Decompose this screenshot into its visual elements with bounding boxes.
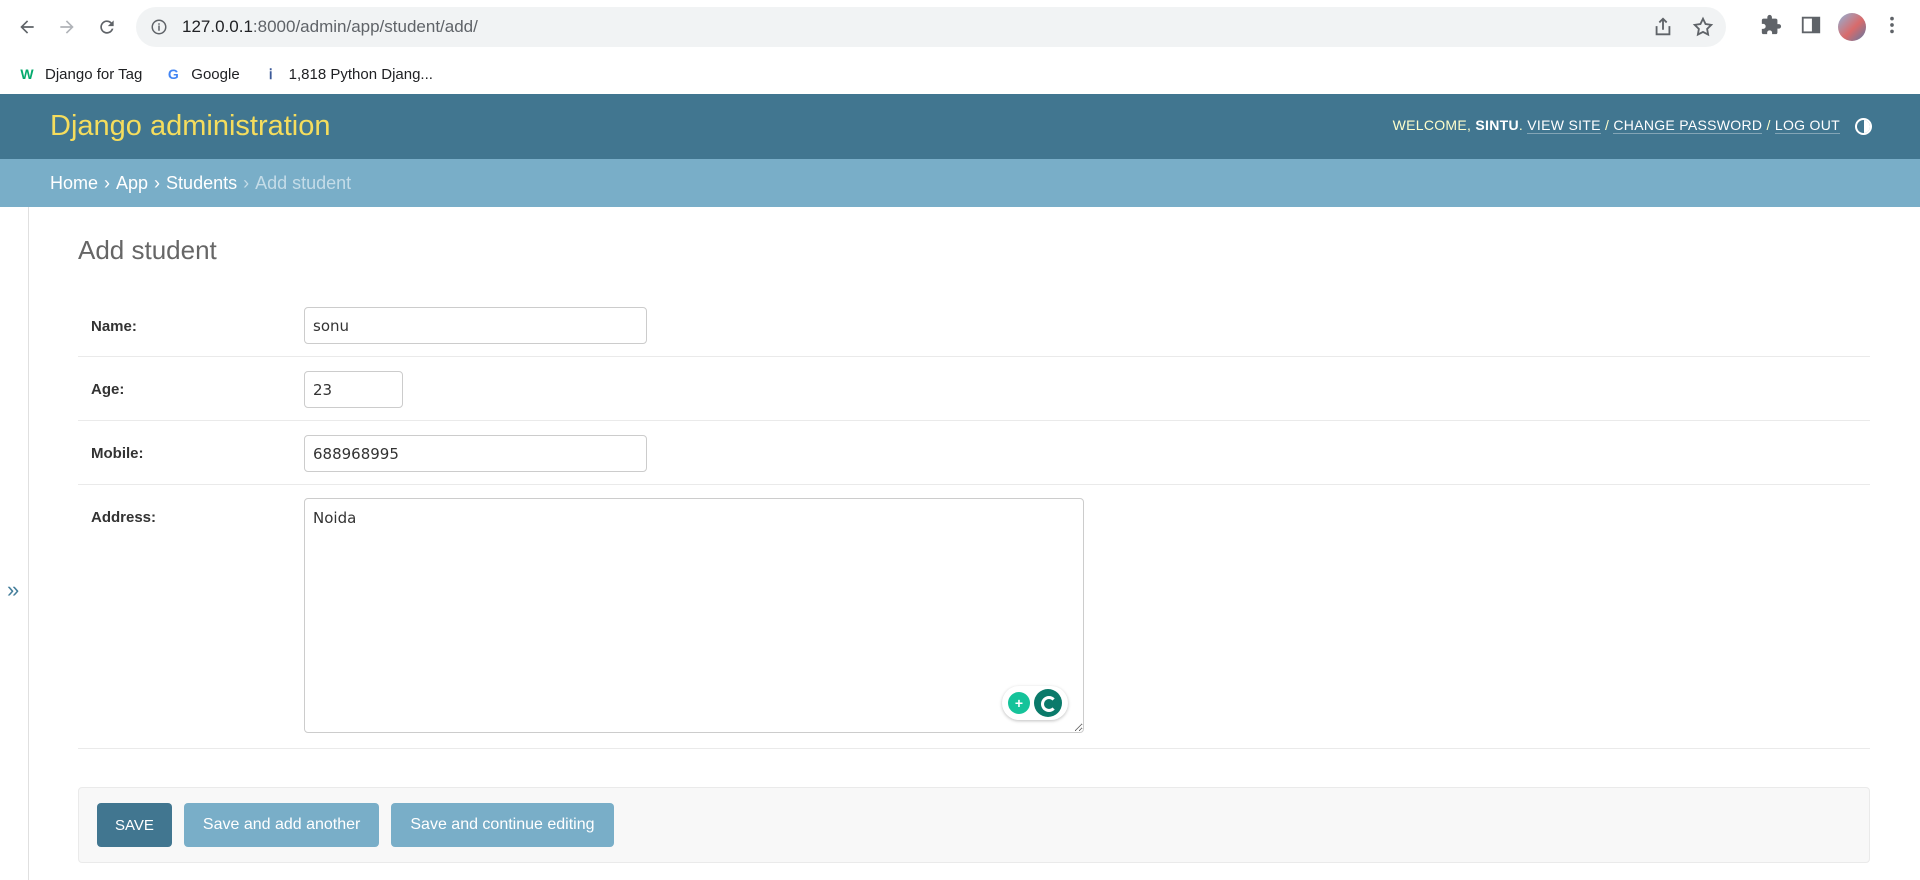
breadcrumb-separator: › <box>104 172 111 193</box>
bookmarks-bar: W Django for Tag G Google ⅰ 1,818 Python… <box>0 54 1920 94</box>
browser-toolbar: 127.0.0.1:8000/admin/app/student/add/ <box>0 0 1920 54</box>
url-host: 127.0.0.1 <box>182 17 253 36</box>
menu-button[interactable] <box>1881 14 1903 36</box>
age-label: Age: <box>91 381 125 398</box>
breadcrumb-home[interactable]: Home <box>50 173 98 194</box>
username: sintu <box>1475 117 1519 133</box>
w3-icon: W <box>20 66 34 82</box>
admin-header: Django administration Welcome, sintu. Vi… <box>0 94 1920 159</box>
lightbulb-icon[interactable]: + <box>1008 692 1030 714</box>
grammarly-widget[interactable]: + <box>1002 686 1068 720</box>
reload-button[interactable] <box>94 14 120 40</box>
share-icon[interactable] <box>1652 16 1674 38</box>
bookmark-item[interactable]: G Google <box>164 65 240 83</box>
profile-avatar[interactable] <box>1838 13 1866 41</box>
google-icon: G <box>167 66 179 82</box>
bookmark-label: 1,818 Python Djang... <box>288 65 433 83</box>
site-branding[interactable]: Django administration <box>50 110 330 143</box>
kebab-menu-icon <box>1890 16 1894 34</box>
form-row-address: Address: Noida + <box>78 485 1870 749</box>
reload-icon <box>100 20 114 34</box>
save-and-continue-button[interactable]: Save and continue editing <box>391 803 614 847</box>
back-button[interactable] <box>14 14 40 40</box>
extensions-button[interactable] <box>1760 14 1782 36</box>
view-site-link[interactable]: View site <box>1527 117 1601 134</box>
change-password-link[interactable]: Change password <box>1613 117 1763 134</box>
breadcrumb-students[interactable]: Students <box>166 173 237 194</box>
side-panel-button[interactable] <box>1800 14 1822 36</box>
mobile-label: Mobile: <box>91 445 144 462</box>
bookmark-item[interactable]: W Django for Tag <box>18 65 142 83</box>
breadcrumb-current: Add student <box>255 172 352 193</box>
arrow-right-icon <box>60 20 74 34</box>
puzzle-icon <box>1761 14 1782 35</box>
bookmark-label: Django for Tag <box>45 65 143 83</box>
form-row-mobile: Mobile: <box>78 421 1870 485</box>
pinterest-icon: ⅰ <box>268 65 273 82</box>
mobile-input[interactable] <box>304 435 647 472</box>
bookmark-item[interactable]: ⅰ 1,818 Python Djang... <box>262 65 433 83</box>
address-textarea[interactable]: Noida <box>304 498 1084 733</box>
log-out-link[interactable]: Log out <box>1774 117 1840 134</box>
welcome-text: Welcome, <box>1392 117 1476 133</box>
address-bar[interactable]: 127.0.0.1:8000/admin/app/student/add/ <box>136 7 1726 47</box>
form-row-age: Age: <box>78 357 1870 421</box>
name-label: Name: <box>91 318 137 335</box>
info-icon[interactable] <box>150 18 168 36</box>
age-input[interactable] <box>304 371 403 408</box>
breadcrumb-separator: › <box>243 172 250 193</box>
form-row-name: Name: <box>78 294 1870 357</box>
user-tools: Welcome, sintu. View site / Change passw… <box>1392 117 1840 134</box>
bookmark-label: Google <box>191 65 240 83</box>
main-content: Add student Name: Age: Mobile: Address: … <box>78 207 1870 863</box>
arrow-left-icon <box>20 20 34 34</box>
star-icon[interactable] <box>1692 16 1714 38</box>
name-input[interactable] <box>304 307 647 344</box>
breadcrumb-app[interactable]: App <box>116 173 148 194</box>
nav-sidebar: » <box>0 207 29 880</box>
submit-row: Save Save and add another Save and conti… <box>78 787 1870 863</box>
grammarly-icon[interactable] <box>1034 689 1062 717</box>
address-label: Address: <box>91 509 157 526</box>
forward-button[interactable] <box>54 14 80 40</box>
page-title: Add student <box>78 235 217 265</box>
breadcrumb-separator: › <box>154 172 161 193</box>
theme-toggle-icon[interactable] <box>1855 118 1872 135</box>
sidebar-toggle-button[interactable]: » <box>7 577 19 603</box>
save-and-add-another-button[interactable]: Save and add another <box>183 803 380 847</box>
side-panel-icon <box>1801 16 1821 34</box>
url-path: :8000/admin/app/student/add/ <box>252 17 478 36</box>
save-button[interactable]: Save <box>97 803 172 847</box>
breadcrumb: Home › App › Students › Add student <box>0 159 1920 207</box>
url-text[interactable]: 127.0.0.1:8000/admin/app/student/add/ <box>182 17 478 37</box>
